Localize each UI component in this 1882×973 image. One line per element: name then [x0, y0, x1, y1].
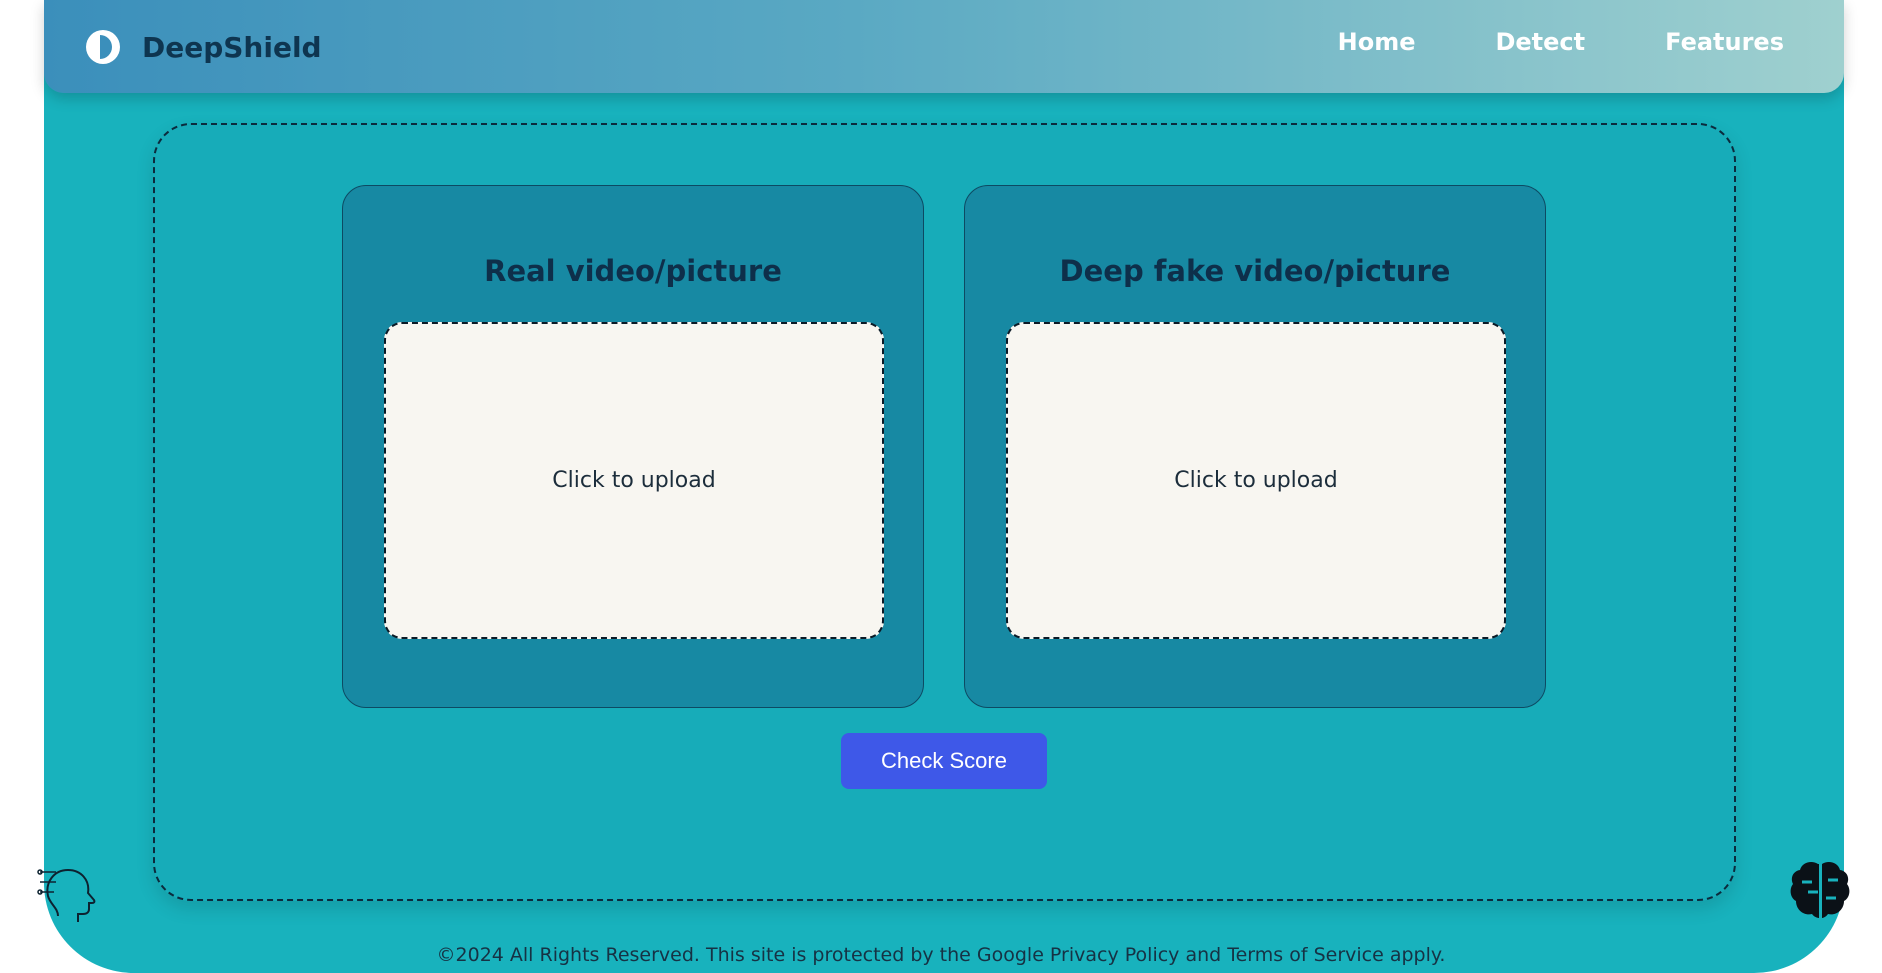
real-upload-label: Click to upload [552, 468, 716, 493]
real-upload-dropzone[interactable]: Click to upload [384, 322, 884, 639]
real-card-title: Real video/picture [484, 254, 782, 288]
ai-head-icon [36, 858, 100, 924]
real-media-card: Real video/picture Click to upload [342, 185, 924, 708]
footer-copyright: ©2024 All Rights Reserved. This site is … [436, 944, 1446, 966]
nav-home[interactable]: Home [1338, 28, 1416, 56]
deepfake-media-card: Deep fake video/picture Click to upload [964, 185, 1546, 708]
brand-name: DeepShield [142, 30, 322, 64]
nav-links: Home Detect Features [1338, 28, 1784, 56]
deepfake-card-title: Deep fake video/picture [1059, 254, 1451, 288]
check-score-button[interactable]: Check Score [841, 733, 1047, 789]
brain-icon [1788, 858, 1852, 924]
deepfake-upload-label: Click to upload [1174, 468, 1338, 493]
deepfake-upload-dropzone[interactable]: Click to upload [1006, 322, 1506, 639]
nav-features[interactable]: Features [1665, 28, 1784, 56]
navbar: DeepShield Home Detect Features [44, 0, 1844, 93]
shield-logo-icon [86, 30, 120, 64]
nav-detect[interactable]: Detect [1495, 28, 1585, 56]
brand[interactable]: DeepShield [86, 29, 322, 65]
